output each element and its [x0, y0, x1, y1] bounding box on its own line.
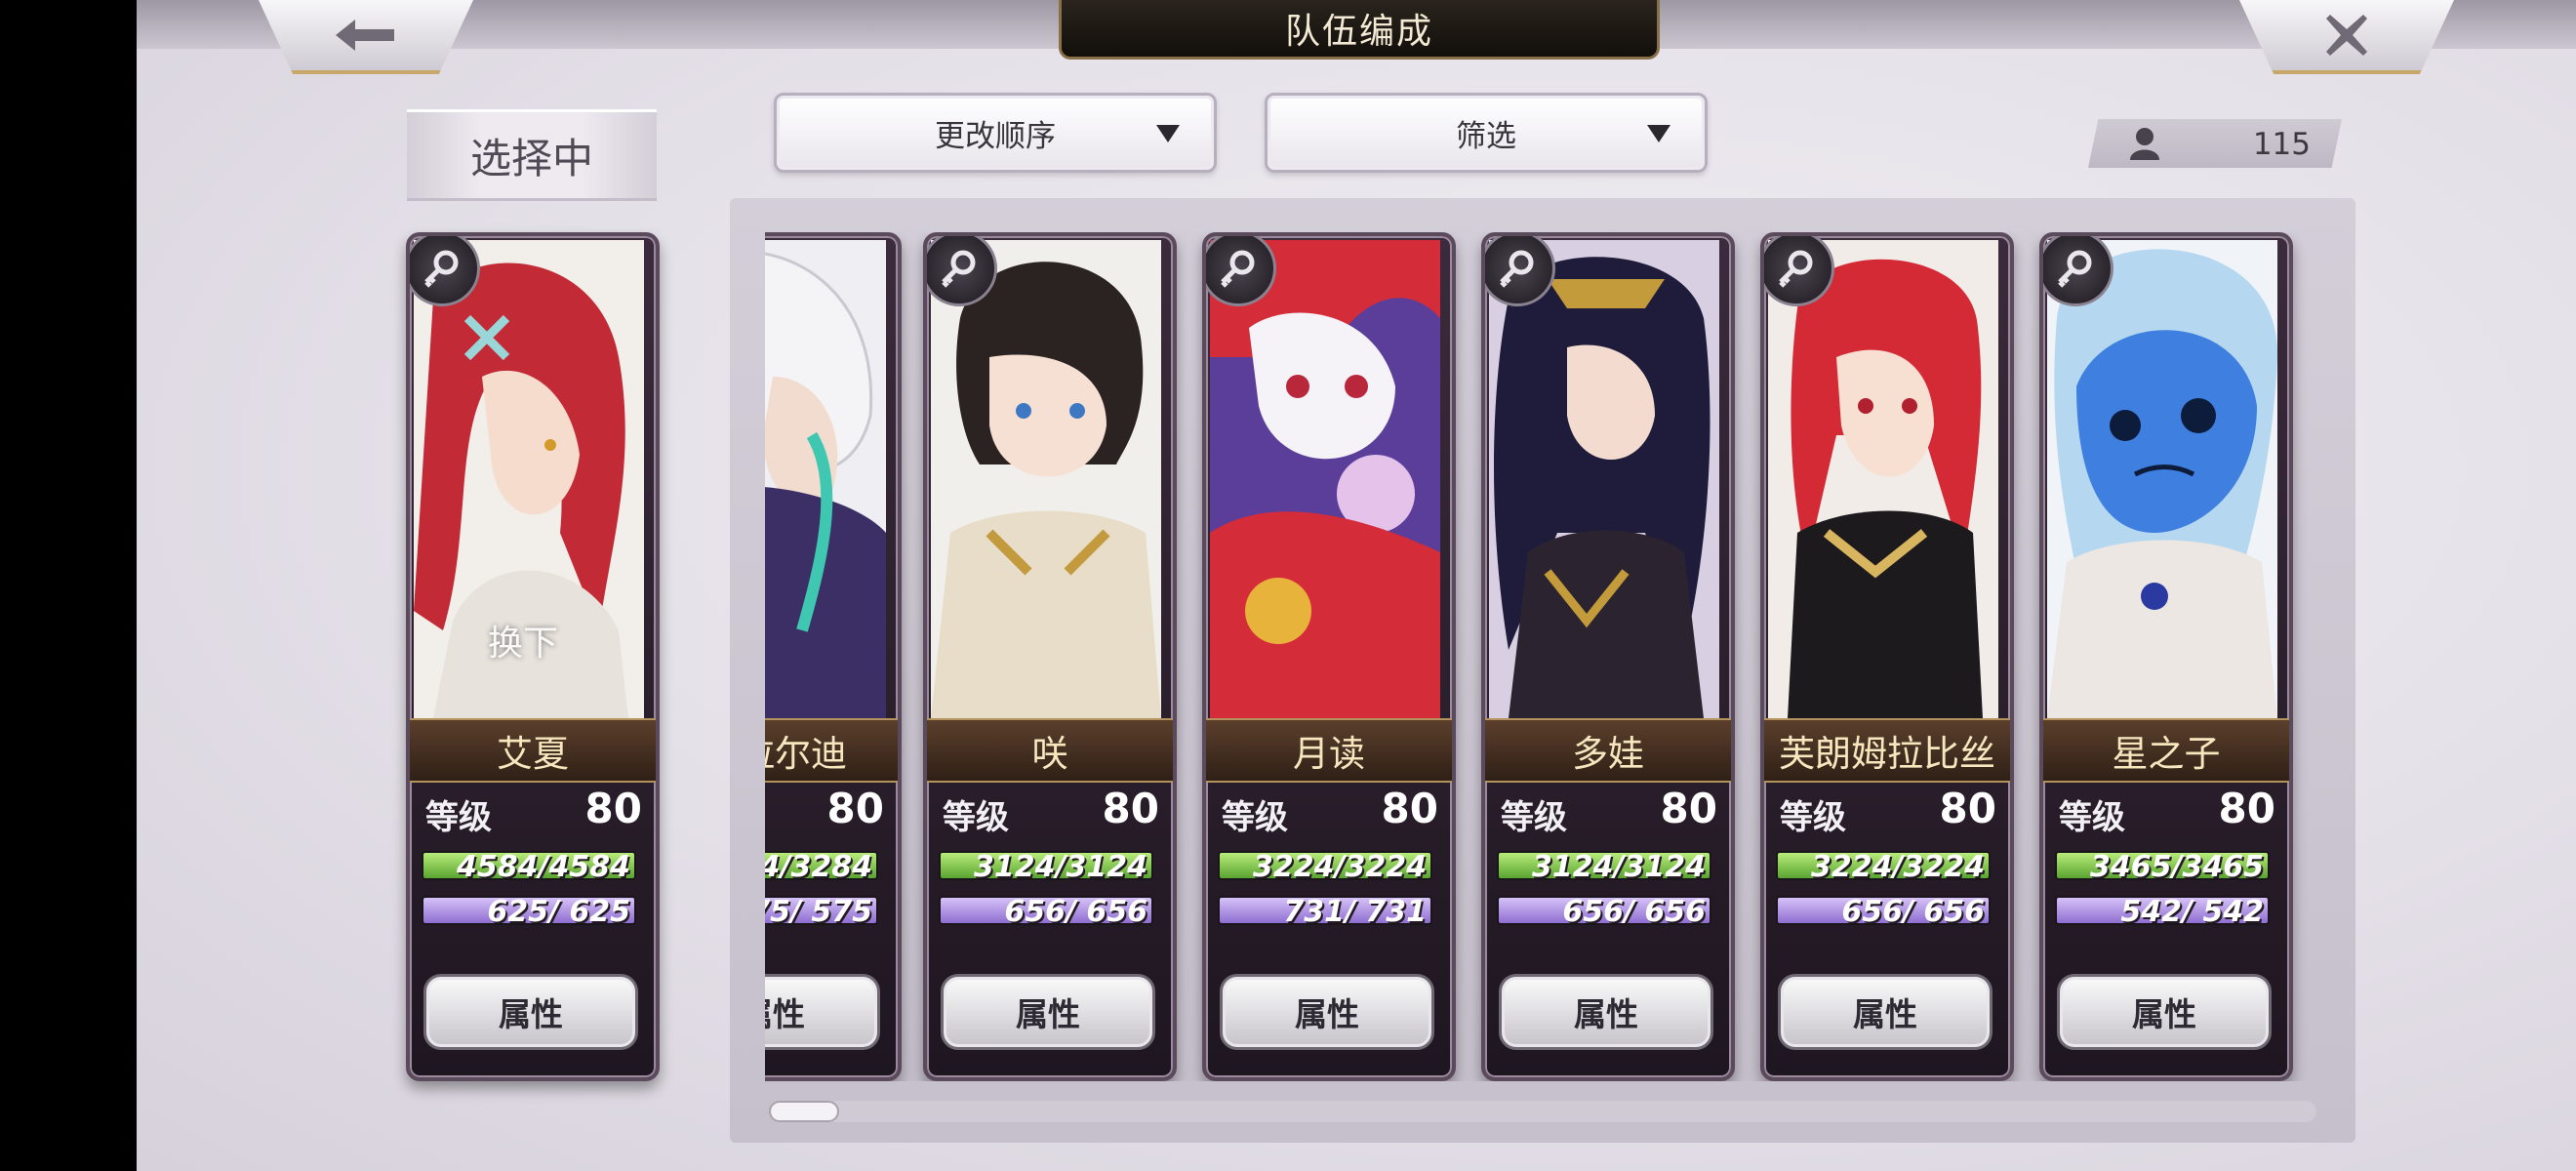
dropdown-triangle-icon: [1647, 125, 1670, 142]
character-name: 艾夏: [410, 718, 656, 783]
level-label: 等级: [2059, 798, 2125, 837]
character-name: 咲: [927, 718, 1173, 783]
level-value: 80: [584, 785, 642, 832]
scrollbar-thumb[interactable]: [769, 1101, 839, 1122]
level-value: 80: [1102, 785, 1159, 832]
level-label: 等级: [1501, 798, 1567, 837]
game-screen: 队伍编成 选择中 更改顺序 筛选 115 换下 艾夏 等级 80 4584/45…: [137, 0, 2576, 1171]
roster-card[interactable]: 咲 等级 80 3124/3124 656/ 656 属性: [923, 232, 1177, 1081]
attributes-button[interactable]: 属性: [941, 974, 1155, 1050]
roster-card[interactable]: 芙朗姆拉比丝 等级 80 3224/3224 656/ 656 属性: [1760, 232, 2014, 1081]
back-arrow-icon: [336, 20, 394, 51]
level-value: 80: [826, 785, 884, 832]
dropdown-triangle-icon: [1156, 125, 1180, 142]
level-value: 80: [1381, 785, 1438, 832]
mp-bar: 575/ 575: [765, 896, 878, 925]
level-label: 等级: [1222, 798, 1288, 837]
mp-bar: 625/ 625: [422, 896, 636, 925]
mp-bar: 656/ 656: [1776, 896, 1991, 925]
swap-out-label: 换下: [488, 624, 559, 664]
hp-bar: 3224/3224: [1776, 851, 1991, 880]
filter-label: 筛选: [1456, 118, 1516, 154]
roster-card[interactable]: 多娃 等级 80 3124/3124 656/ 656 属性: [1481, 232, 1735, 1081]
close-x-icon: [2326, 15, 2367, 56]
close-button[interactable]: [2239, 0, 2454, 74]
character-name: 星之子: [2043, 718, 2289, 783]
hp-bar: 3124/3124: [939, 851, 1153, 880]
attributes-button[interactable]: 属性: [423, 974, 638, 1050]
filter-dropdown[interactable]: 筛选: [1265, 93, 1708, 173]
mp-bar: 656/ 656: [939, 896, 1153, 925]
character-count: 115: [2088, 119, 2342, 168]
mp-bar: 542/ 542: [2055, 896, 2270, 925]
attributes-button[interactable]: 属性: [1778, 974, 1992, 1050]
character-portrait: [931, 240, 1161, 718]
user-icon: [2130, 128, 2159, 160]
attributes-button[interactable]: 属性: [765, 974, 880, 1050]
attributes-button[interactable]: 属性: [2057, 974, 2272, 1050]
character-name: 古拉尔迪: [765, 718, 898, 783]
roster-card[interactable]: 星之子 等级 80 3465/3465 542/ 542 属性: [2039, 232, 2293, 1081]
attributes-button[interactable]: 属性: [1220, 974, 1434, 1050]
selecting-label: 选择中: [407, 109, 657, 201]
roster-list[interactable]: 古拉尔迪 等级 80 3284/3284 575/ 575 属性: [765, 232, 2318, 1081]
hp-bar: 4584/4584: [422, 851, 636, 880]
character-count-value: 115: [2252, 127, 2311, 162]
level-value: 80: [1939, 785, 1996, 832]
hp-bar: 3224/3224: [1218, 851, 1432, 880]
character-portrait: [1489, 240, 1719, 718]
hp-bar: 3465/3465: [2055, 851, 2270, 880]
character-portrait: [2047, 240, 2277, 718]
level-label: 等级: [943, 798, 1009, 837]
page-title: 队伍编成: [1059, 0, 1660, 60]
character-portrait: [1210, 240, 1440, 718]
level-label: 等级: [425, 798, 492, 837]
back-button[interactable]: [259, 0, 473, 74]
hp-bar: 3284/3284: [765, 851, 878, 880]
level-value: 80: [1660, 785, 1717, 832]
mp-bar: 656/ 656: [1497, 896, 1711, 925]
character-name: 多娃: [1485, 718, 1731, 783]
level-value: 80: [2218, 785, 2275, 832]
roster-card[interactable]: 月读 等级 80 3224/3224 731/ 731 属性: [1202, 232, 1456, 1081]
roster-scrollbar[interactable]: [769, 1101, 2316, 1122]
sort-order-dropdown[interactable]: 更改顺序: [774, 93, 1217, 173]
character-portrait: [765, 240, 886, 718]
hp-bar: 3124/3124: [1497, 851, 1711, 880]
level-label: 等级: [1780, 798, 1846, 837]
character-name: 月读: [1206, 718, 1452, 783]
roster-card[interactable]: 古拉尔迪 等级 80 3284/3284 575/ 575 属性: [765, 232, 902, 1081]
character-name: 芙朗姆拉比丝: [1764, 718, 2010, 783]
sort-order-label: 更改顺序: [935, 118, 1056, 154]
character-portrait: [1768, 240, 1998, 718]
attributes-button[interactable]: 属性: [1499, 974, 1713, 1050]
selected-character-card[interactable]: 换下 艾夏 等级 80 4584/4584 625/ 625 属性: [406, 232, 660, 1081]
mp-bar: 731/ 731: [1218, 896, 1432, 925]
